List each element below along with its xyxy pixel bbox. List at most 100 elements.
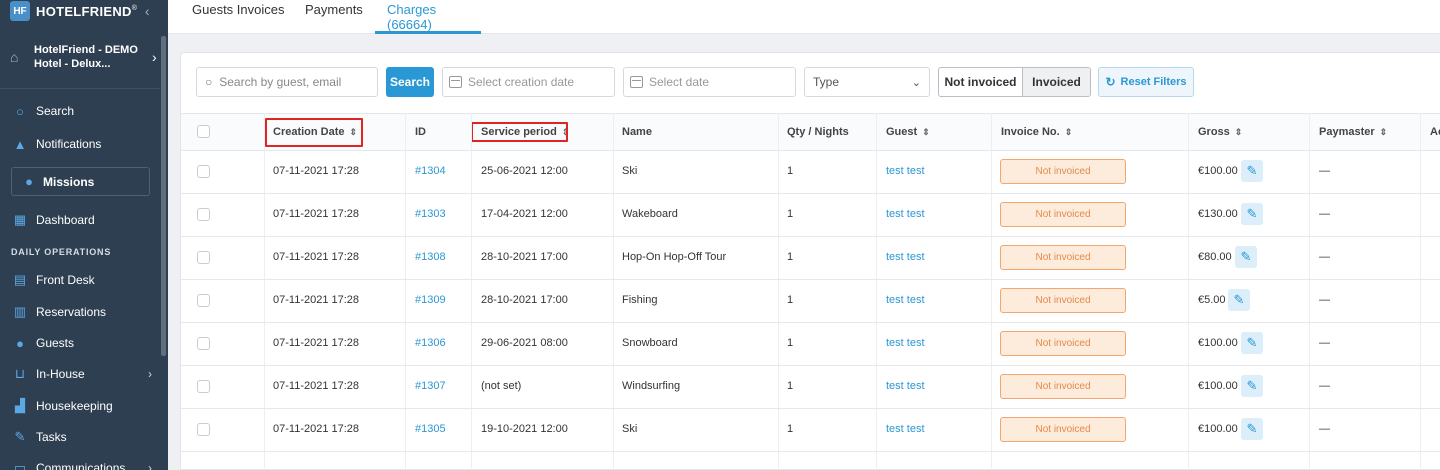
cell-service-period: 19-10-2021 12:00 (481, 423, 568, 435)
search-icon: ○ (205, 75, 213, 89)
cell-guest-link[interactable]: test test (886, 376, 925, 396)
row-checkbox[interactable] (197, 251, 210, 264)
cell-qty: 1 (787, 251, 794, 263)
sidebar-item-guests[interactable]: ● Guests (0, 330, 160, 356)
sidebar-item-communications[interactable]: ▭ Communications › (0, 455, 160, 470)
header-id[interactable]: ID (415, 113, 426, 151)
invoice-status-badge[interactable]: Not invoiced (1000, 288, 1126, 313)
header-label: Guest (886, 126, 918, 138)
cell-name: Ski (622, 423, 638, 435)
header-qty-nights[interactable]: Qty / Nights (787, 113, 849, 151)
cell-creation-date: 07-11-2021 17:28 (273, 294, 360, 306)
invoice-status-badge[interactable]: Not invoiced (1000, 417, 1126, 442)
reset-filters-button[interactable]: ↻ Reset Filters (1098, 67, 1194, 97)
cell-guest-link[interactable]: test test (886, 247, 925, 267)
collapse-icon[interactable]: ‹ (145, 3, 150, 19)
date-picker[interactable]: Select date (623, 67, 796, 97)
cell-id-link[interactable]: #1303 (415, 204, 446, 224)
select-all-checkbox[interactable] (197, 125, 210, 138)
sidebar: HF HOTELFRIEND ® ‹ ⌂ HotelFriend - DEMO H… (0, 0, 168, 470)
cell-id-link[interactable]: #1304 (415, 161, 446, 181)
brand[interactable]: HF HOTELFRIEND ® ‹ (10, 0, 160, 22)
cell-name: Fishing (622, 294, 658, 306)
cell-service-period: (not set) (481, 380, 522, 392)
search-button[interactable]: Search (386, 67, 434, 97)
invoice-status-badge[interactable]: Not invoiced (1000, 159, 1126, 184)
row-checkbox[interactable] (197, 294, 210, 307)
hotel-selector[interactable]: ⌂ HotelFriend - DEMO Hotel - Delux... › (0, 34, 160, 80)
edit-pencil-icon[interactable]: ✎ (1235, 246, 1257, 268)
highlight-box (265, 118, 363, 147)
edit-pencil-icon[interactable]: ✎ (1241, 375, 1263, 397)
cell-name: Windsurfing (622, 380, 681, 392)
column-divider (1420, 113, 1421, 470)
cart-icon: ⊔ (14, 366, 26, 381)
section-label-daily-operations: DAILY OPERATIONS (11, 247, 112, 257)
cell-qty: 1 (787, 380, 794, 392)
row-checkbox[interactable] (197, 380, 210, 393)
header-label: Gross (1198, 126, 1230, 138)
cell-paymaster: — (1319, 208, 1330, 220)
tab-guests-invoices[interactable]: Guests Invoices (192, 0, 285, 34)
row-checkbox[interactable] (197, 208, 210, 221)
cell-paymaster: — (1319, 251, 1330, 263)
creation-date-picker[interactable]: Select creation date (442, 67, 615, 97)
cell-guest-link[interactable]: test test (886, 161, 925, 181)
sidebar-item-in-house[interactable]: ⊔ In-House › (0, 361, 160, 387)
invoice-status-toggle: Not invoiced Invoiced (938, 67, 1091, 97)
reservations-icon: ▥ (13, 304, 27, 319)
sidebar-item-front-desk[interactable]: ▤ Front Desk (0, 267, 160, 293)
cell-guest-link[interactable]: test test (886, 333, 925, 353)
header-gross[interactable]: Gross ⇕ (1198, 113, 1242, 151)
row-divider (181, 365, 1440, 366)
type-select[interactable]: Type ⌄ (804, 67, 930, 97)
cell-id-link[interactable]: #1308 (415, 247, 446, 267)
search-input[interactable]: ○ Search by guest, email (196, 67, 378, 97)
tab-charges[interactable]: Charges (66664) (375, 0, 481, 34)
column-divider (778, 113, 779, 470)
sidebar-item-housekeeping[interactable]: ▟ Housekeeping (0, 393, 160, 419)
row-divider (181, 193, 1440, 194)
calendar-icon (630, 76, 643, 88)
cell-id-link[interactable]: #1305 (415, 419, 446, 439)
column-divider (991, 113, 992, 470)
cell-service-period: 25-06-2021 12:00 (481, 165, 568, 177)
highlight-box (471, 122, 568, 142)
edit-pencil-icon[interactable]: ✎ (1241, 332, 1263, 354)
sidebar-scrollbar[interactable] (161, 36, 166, 356)
edit-pencil-icon[interactable]: ✎ (1241, 160, 1263, 182)
cell-guest-link[interactable]: test test (886, 419, 925, 439)
cell-guest-link[interactable]: test test (886, 290, 925, 310)
sidebar-item-reservations[interactable]: ▥ Reservations (0, 299, 160, 325)
header-paymaster[interactable]: Paymaster ⇕ (1319, 113, 1387, 151)
edit-pencil-icon[interactable]: ✎ (1241, 418, 1263, 440)
sidebar-item-tasks[interactable]: ✎ Tasks (0, 424, 160, 450)
sidebar-item-missions[interactable]: ● Missions (11, 167, 150, 196)
calendar-icon (449, 76, 462, 88)
sidebar-item-search[interactable]: ○ Search (0, 98, 160, 124)
cell-id-link[interactable]: #1307 (415, 376, 446, 396)
sidebar-item-notifications[interactable]: ▲ Notifications (0, 131, 160, 157)
cell-paymaster: — (1319, 380, 1330, 392)
header-guest[interactable]: Guest ⇕ (886, 113, 930, 151)
cell-guest-link[interactable]: test test (886, 204, 925, 224)
invoice-status-badge[interactable]: Not invoiced (1000, 374, 1126, 399)
edit-pencil-icon[interactable]: ✎ (1241, 203, 1263, 225)
header-name[interactable]: Name (622, 113, 652, 151)
header-label: Paymaster (1319, 126, 1375, 138)
tab-payments[interactable]: Payments (305, 0, 363, 34)
invoice-status-badge[interactable]: Not invoiced (1000, 245, 1126, 270)
invoice-status-badge[interactable]: Not invoiced (1000, 202, 1126, 227)
header-invoice-no[interactable]: Invoice No. ⇕ (1001, 113, 1072, 151)
edit-pencil-icon[interactable]: ✎ (1228, 289, 1250, 311)
toggle-invoiced[interactable]: Invoiced (1023, 68, 1090, 96)
chevron-right-icon: › (152, 49, 157, 65)
row-checkbox[interactable] (197, 337, 210, 350)
row-checkbox[interactable] (197, 423, 210, 436)
invoice-status-badge[interactable]: Not invoiced (1000, 331, 1126, 356)
cell-id-link[interactable]: #1309 (415, 290, 446, 310)
row-checkbox[interactable] (197, 165, 210, 178)
sidebar-item-dashboard[interactable]: ▦ Dashboard (0, 207, 160, 233)
cell-id-link[interactable]: #1306 (415, 333, 446, 353)
toggle-not-invoiced[interactable]: Not invoiced (939, 68, 1023, 96)
